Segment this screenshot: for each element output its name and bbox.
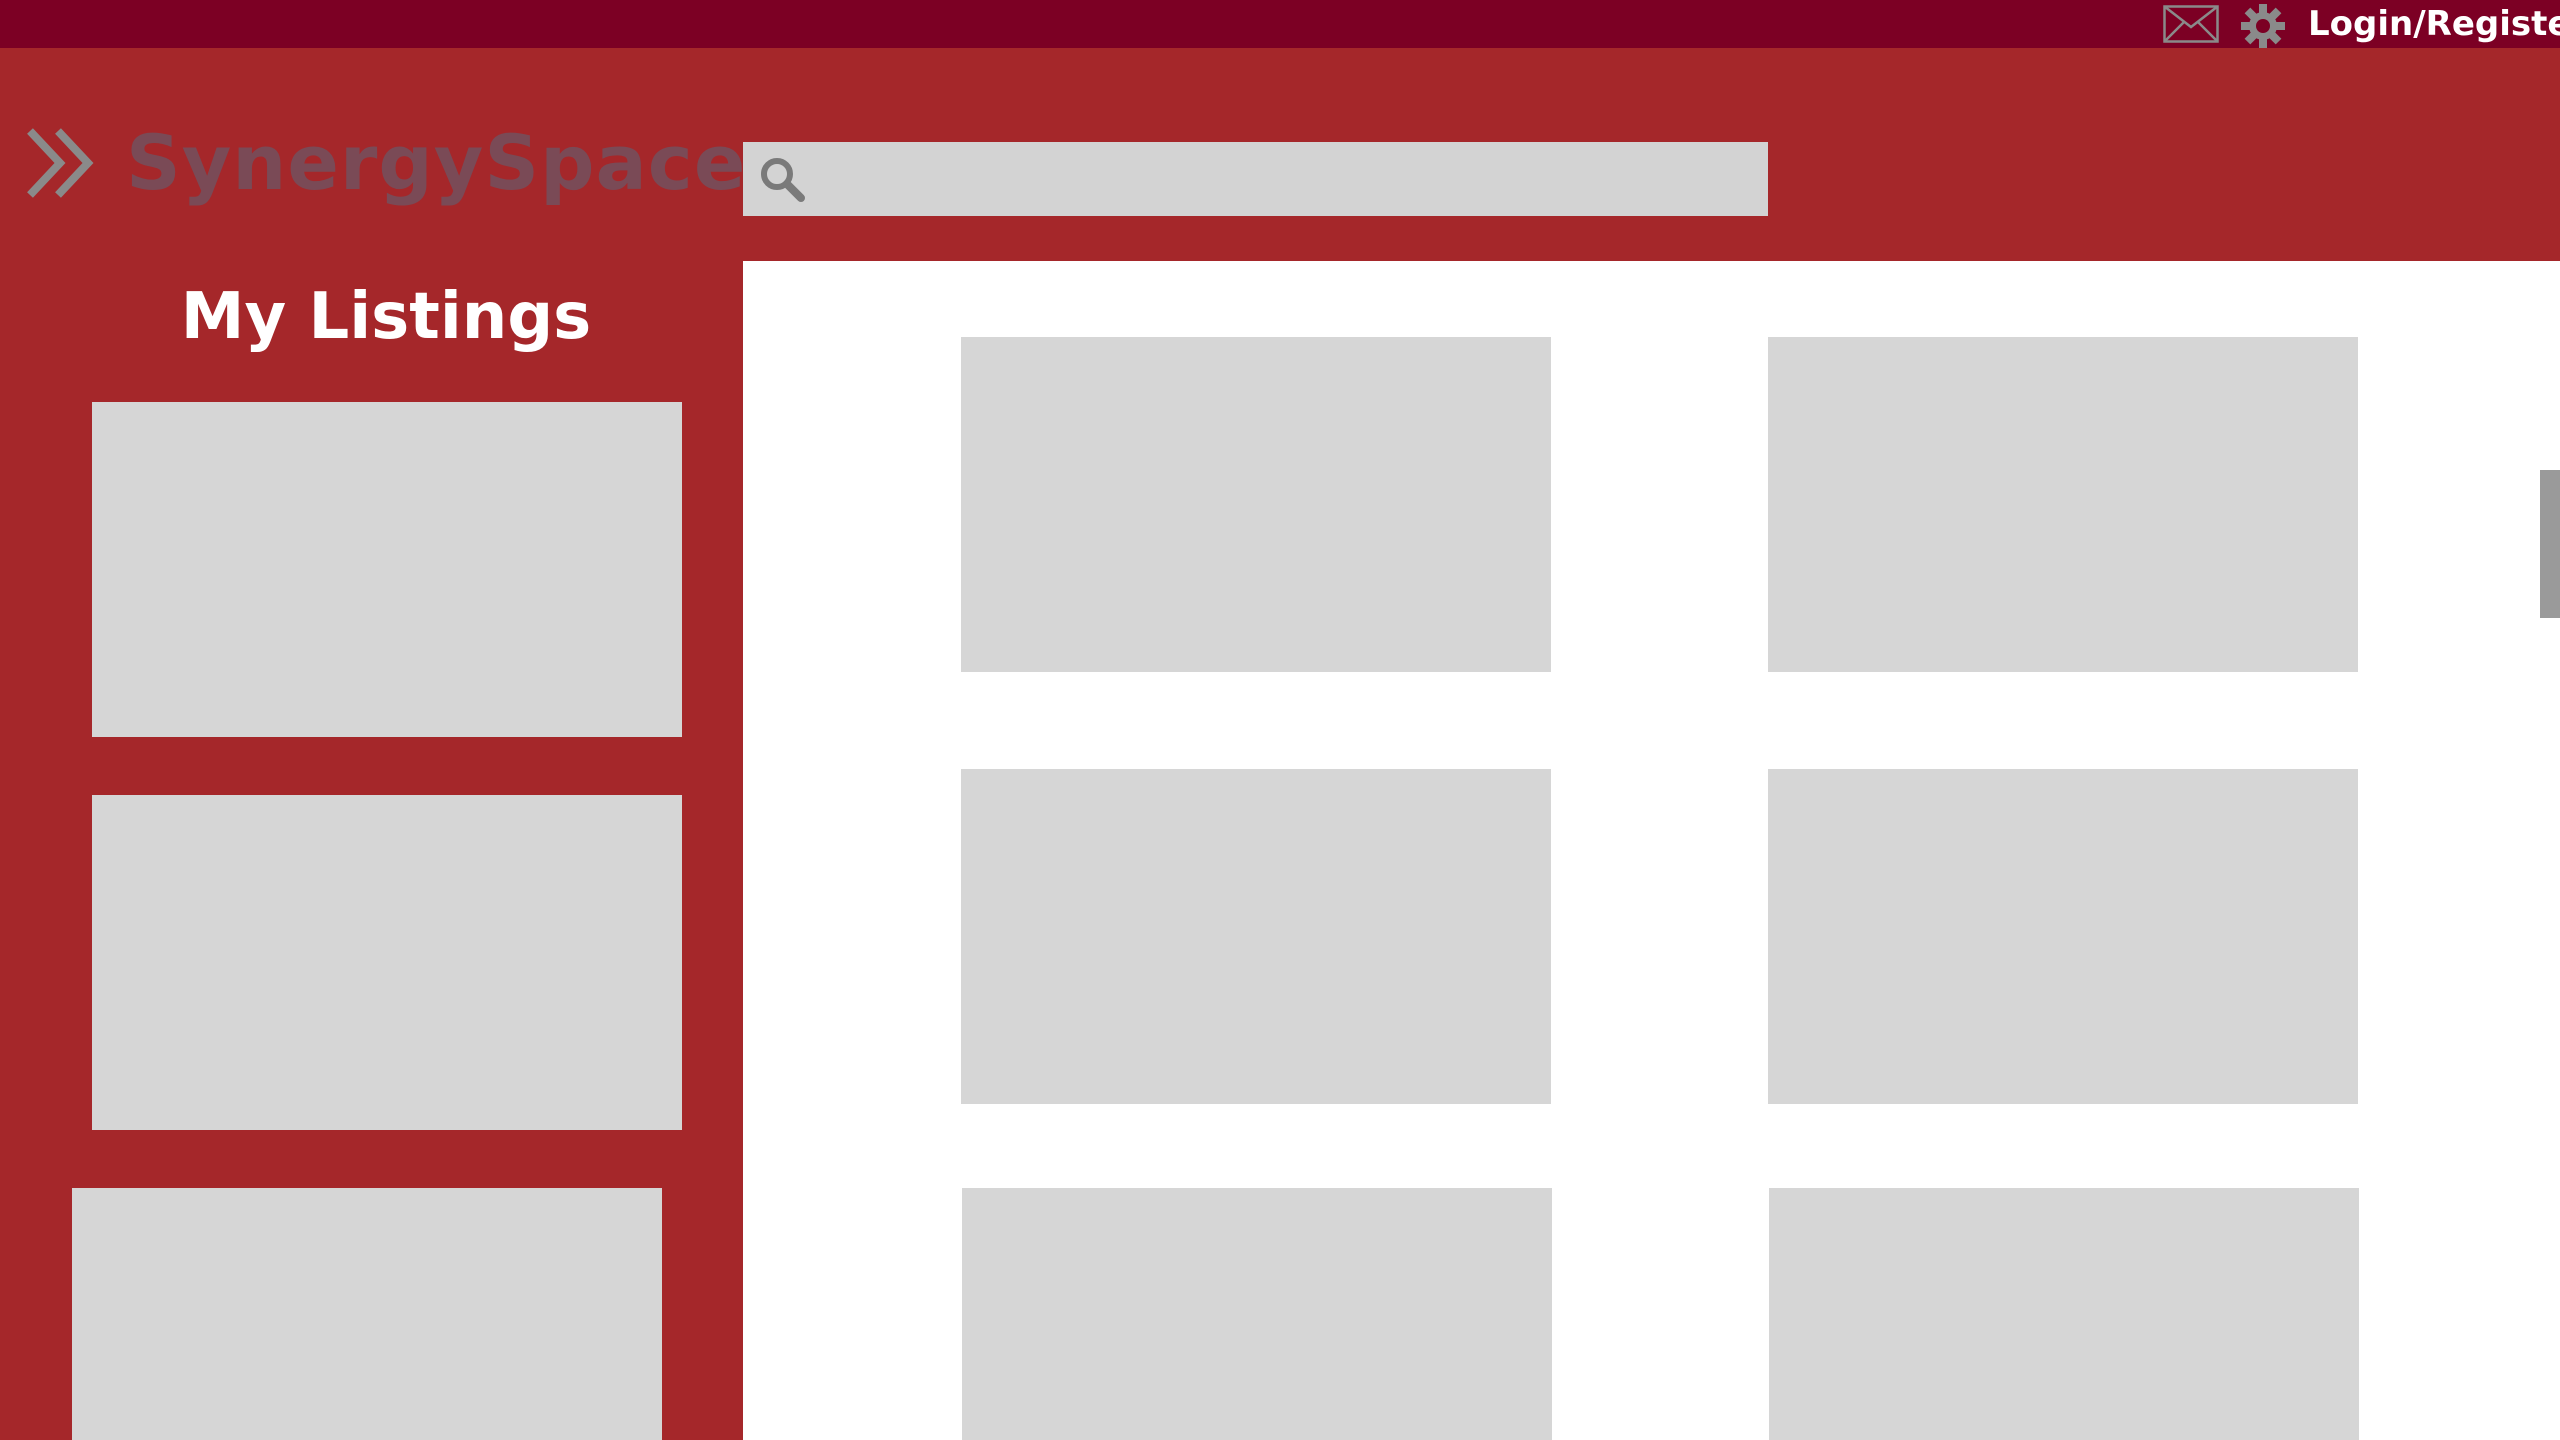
my-listings-title: My Listings: [180, 280, 592, 354]
listing-card[interactable]: [1768, 769, 2358, 1104]
listings-grid: [743, 261, 2560, 1440]
search-bar[interactable]: [743, 142, 1768, 216]
scrollbar-thumb[interactable]: [2540, 470, 2560, 618]
double-chevron-right-icon: [27, 127, 94, 198]
gear-icon[interactable]: [2240, 3, 2286, 49]
listing-card[interactable]: [1769, 1188, 2359, 1440]
top-bar: Login/Register: [0, 0, 2560, 48]
login-register-link[interactable]: Login/Register: [2308, 0, 2560, 48]
my-listing-card[interactable]: [92, 402, 682, 737]
my-listing-card[interactable]: [72, 1188, 662, 1440]
search-input[interactable]: [819, 142, 1759, 216]
brand-logo[interactable]: SynergySpace: [24, 118, 746, 207]
my-listing-card[interactable]: [92, 795, 682, 1130]
listing-card[interactable]: [1768, 337, 2358, 672]
listing-card[interactable]: [961, 337, 1551, 672]
brand-name: SynergySpace: [126, 118, 747, 207]
listing-card[interactable]: [961, 769, 1551, 1104]
mail-icon[interactable]: [2163, 5, 2219, 43]
search-icon[interactable]: [757, 154, 809, 206]
listing-card[interactable]: [962, 1188, 1552, 1440]
